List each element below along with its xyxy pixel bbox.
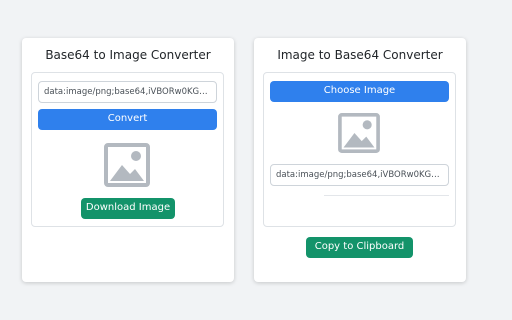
image-to-base64-panel: Image to Base64 Converter Choose Image d… [254,38,466,282]
converter-box: data:image/png;base64,iVBORw0KGg... Conv… [31,72,224,227]
image-placeholder-icon [104,143,150,187]
converter-box: Choose Image data:image/png;base64,iVBOR… [263,72,456,227]
convert-button[interactable]: Convert [38,109,217,130]
base64-output[interactable]: data:image/png;base64,iVBORw0KGg... [270,164,449,186]
panel-title: Image to Base64 Converter [277,48,443,62]
panel-title: Base64 to Image Converter [45,48,211,62]
base64-to-image-panel: Base64 to Image Converter data:image/png… [22,38,234,282]
divider [324,195,449,196]
choose-image-button[interactable]: Choose Image [270,81,449,102]
download-image-button[interactable]: Download Image [81,198,175,219]
image-placeholder-icon [338,113,380,153]
copy-to-clipboard-button[interactable]: Copy to Clipboard [306,237,413,258]
base64-input[interactable]: data:image/png;base64,iVBORw0KGg... [38,81,217,103]
